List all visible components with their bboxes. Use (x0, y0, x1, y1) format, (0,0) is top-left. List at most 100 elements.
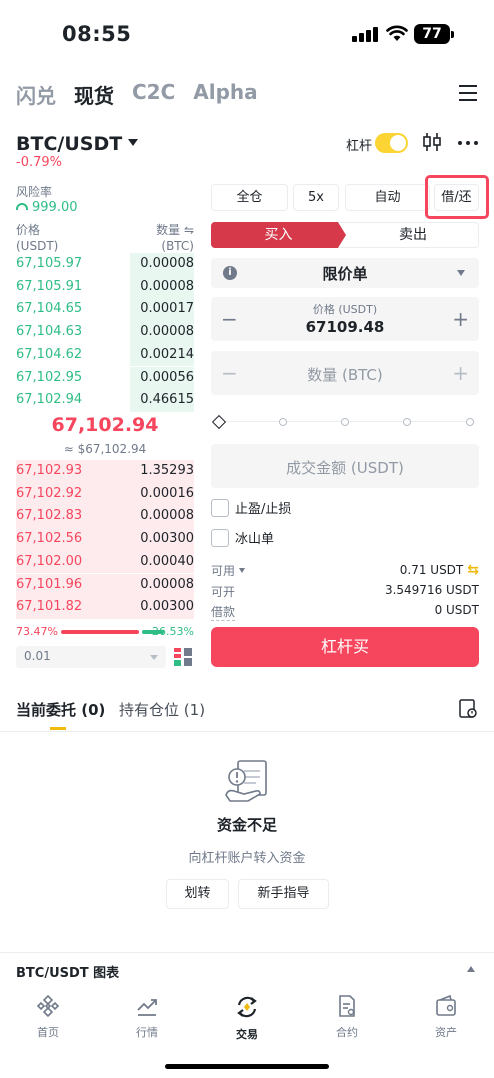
futures-icon (339, 995, 355, 1017)
mid-price[interactable]: 67,102.94 (0, 414, 210, 436)
bid-row[interactable]: 67,101.82 0.00300 (16, 596, 194, 619)
menu-icon[interactable] (459, 85, 477, 101)
price-input[interactable]: − 价格 (USDT) 67109.48 + (211, 297, 479, 341)
depth-select[interactable]: 0.01 (16, 646, 166, 668)
price-value: 67109.48 (305, 318, 385, 336)
buy-tab[interactable]: 买入 (211, 222, 346, 248)
order-type-label: 限价单 (322, 265, 368, 283)
bid-row[interactable]: 67,102.00 0.00040 (16, 550, 194, 574)
status-time: 08:55 (62, 22, 132, 46)
pair-title: BTC/USDT (16, 133, 123, 155)
bid-qty: 0.00008 (140, 508, 194, 524)
bottom-nav: 首页 行情 交易 合约 资产 (0, 986, 494, 1056)
tab-alpha[interactable]: Alpha (193, 80, 257, 110)
ask-row[interactable]: 67,105.91 0.00008 (16, 275, 194, 299)
risk-label: 风险率 (16, 185, 53, 199)
nav-futures-label: 合约 (336, 1026, 358, 1039)
quantity-input[interactable]: − 数量 (BTC) + (211, 351, 479, 395)
order-type-select[interactable]: i 限价单 (211, 258, 479, 288)
chevron-down-icon (128, 139, 139, 146)
tab-c2c[interactable]: C2C (132, 80, 175, 110)
nav-assets[interactable]: 资产 (406, 994, 486, 1040)
iceberg-checkbox[interactable]: 冰山单 (211, 528, 274, 548)
bid-price: 67,102.92 (16, 485, 83, 501)
bid-row[interactable]: 67,102.93 1.35293 (16, 460, 194, 483)
checkbox[interactable] (211, 499, 229, 517)
leverage-toggle[interactable] (375, 133, 408, 153)
slider-stop-75[interactable] (403, 418, 411, 426)
guide-button[interactable]: 新手指导 (238, 879, 329, 909)
bid-qty: 0.00008 (140, 576, 194, 592)
loan-value: 0 USDT (434, 603, 479, 617)
margin-mode-button[interactable]: 全仓 (211, 184, 288, 211)
slider-handle[interactable] (211, 414, 227, 430)
pair-selector[interactable]: BTC/USDT (16, 133, 139, 155)
tp-sl-checkbox[interactable]: 止盈/止损 (211, 498, 291, 518)
available-row: 可用 0.71 USDT ⇆ (211, 562, 479, 580)
ask-row[interactable]: 67,105.97 0.00008 (16, 253, 194, 276)
leverage-label: 杠杆 (346, 139, 373, 154)
bid-row[interactable]: 67,102.56 0.00300 (16, 528, 194, 551)
transfer-icon[interactable]: ⇆ (467, 562, 479, 578)
ask-price: 67,105.91 (16, 278, 83, 294)
bid-row[interactable]: 67,102.83 0.00008 (16, 505, 194, 528)
plus-icon[interactable]: + (452, 307, 469, 331)
tab-convert[interactable]: 闪兑 (16, 80, 56, 110)
margin-buy-button[interactable]: 杠杆买 (211, 627, 479, 667)
open-orders-count: (0) (81, 701, 106, 719)
slider-stop-25[interactable] (279, 418, 287, 426)
sell-ratio: 26.53% (152, 625, 194, 638)
nav-home[interactable]: 首页 (8, 994, 88, 1040)
slider-stop-100[interactable] (466, 418, 474, 426)
nav-assets-label: 资产 (435, 1026, 457, 1039)
more-icon[interactable] (458, 141, 478, 145)
ask-row[interactable]: 67,104.63 0.00008 (16, 321, 194, 344)
ask-row[interactable]: 67,104.65 0.00017 (16, 298, 194, 321)
chevron-down-icon (150, 655, 158, 660)
risk-value: 999.00 (16, 200, 78, 215)
tab-open-orders[interactable]: 当前委托 (0) (16, 699, 105, 720)
ask-row[interactable]: 67,102.94 0.46615 (16, 389, 194, 412)
buy-ratio-bar (61, 630, 139, 634)
positions-count: (1) (183, 701, 206, 719)
ob-qty-header[interactable]: 数量 ⇋ (BTC) (140, 222, 194, 254)
total-input[interactable]: 成交金额 (USDT) (211, 444, 479, 488)
divider (0, 731, 494, 732)
checkbox[interactable] (211, 529, 229, 547)
empty-document-icon (225, 760, 267, 802)
nav-markets[interactable]: 行情 (107, 994, 187, 1040)
ask-qty: 0.00008 (140, 256, 194, 271)
bid-row[interactable]: 67,102.92 0.00016 (16, 482, 194, 506)
ask-price: 67,104.62 (16, 346, 83, 362)
amount-slider[interactable] (211, 414, 476, 430)
orderbook-layout-icon[interactable] (174, 647, 192, 667)
leverage-button[interactable]: 5x (293, 184, 339, 211)
transfer-button[interactable]: 划转 (166, 879, 229, 909)
bid-price: 67,102.56 (16, 531, 83, 547)
chart-toggle-bar[interactable]: BTC/USDT 图表 (0, 952, 494, 986)
status-bar: 08:55 77 (0, 0, 494, 64)
ask-qty: 0.00017 (140, 301, 194, 317)
bid-row[interactable]: 67,101.96 0.00008 (16, 573, 194, 596)
candlestick-icon[interactable] (423, 132, 441, 152)
loan-row: 借款 0 USDT (211, 603, 479, 621)
battery-icon: 77 (414, 24, 450, 44)
nav-futures[interactable]: 合约 (307, 994, 387, 1040)
risk-number: 999.00 (32, 200, 78, 215)
sell-tab[interactable]: 卖出 (337, 222, 479, 248)
bid-price: 67,101.82 (16, 599, 83, 615)
loan-label[interactable]: 借款 (211, 603, 236, 621)
plus-icon[interactable]: + (452, 361, 469, 385)
nav-trade[interactable]: 交易 (207, 994, 287, 1042)
ask-row[interactable]: 67,104.62 0.00214 (16, 343, 194, 367)
nav-trade-label: 交易 (236, 1028, 258, 1041)
slider-stop-50[interactable] (341, 418, 349, 426)
order-history-icon[interactable] (459, 699, 478, 719)
tab-positions[interactable]: 持有仓位 (1) (119, 699, 205, 720)
available-label[interactable]: 可用 (211, 562, 246, 579)
tab-spot[interactable]: 现货 (74, 80, 114, 110)
ask-row[interactable]: 67,102.95 0.00056 (16, 366, 194, 389)
ask-price: 67,102.95 (16, 369, 83, 385)
auto-button[interactable]: 自动 (345, 184, 430, 211)
can-open-row: 可开 3.549716 USDT (211, 583, 479, 601)
